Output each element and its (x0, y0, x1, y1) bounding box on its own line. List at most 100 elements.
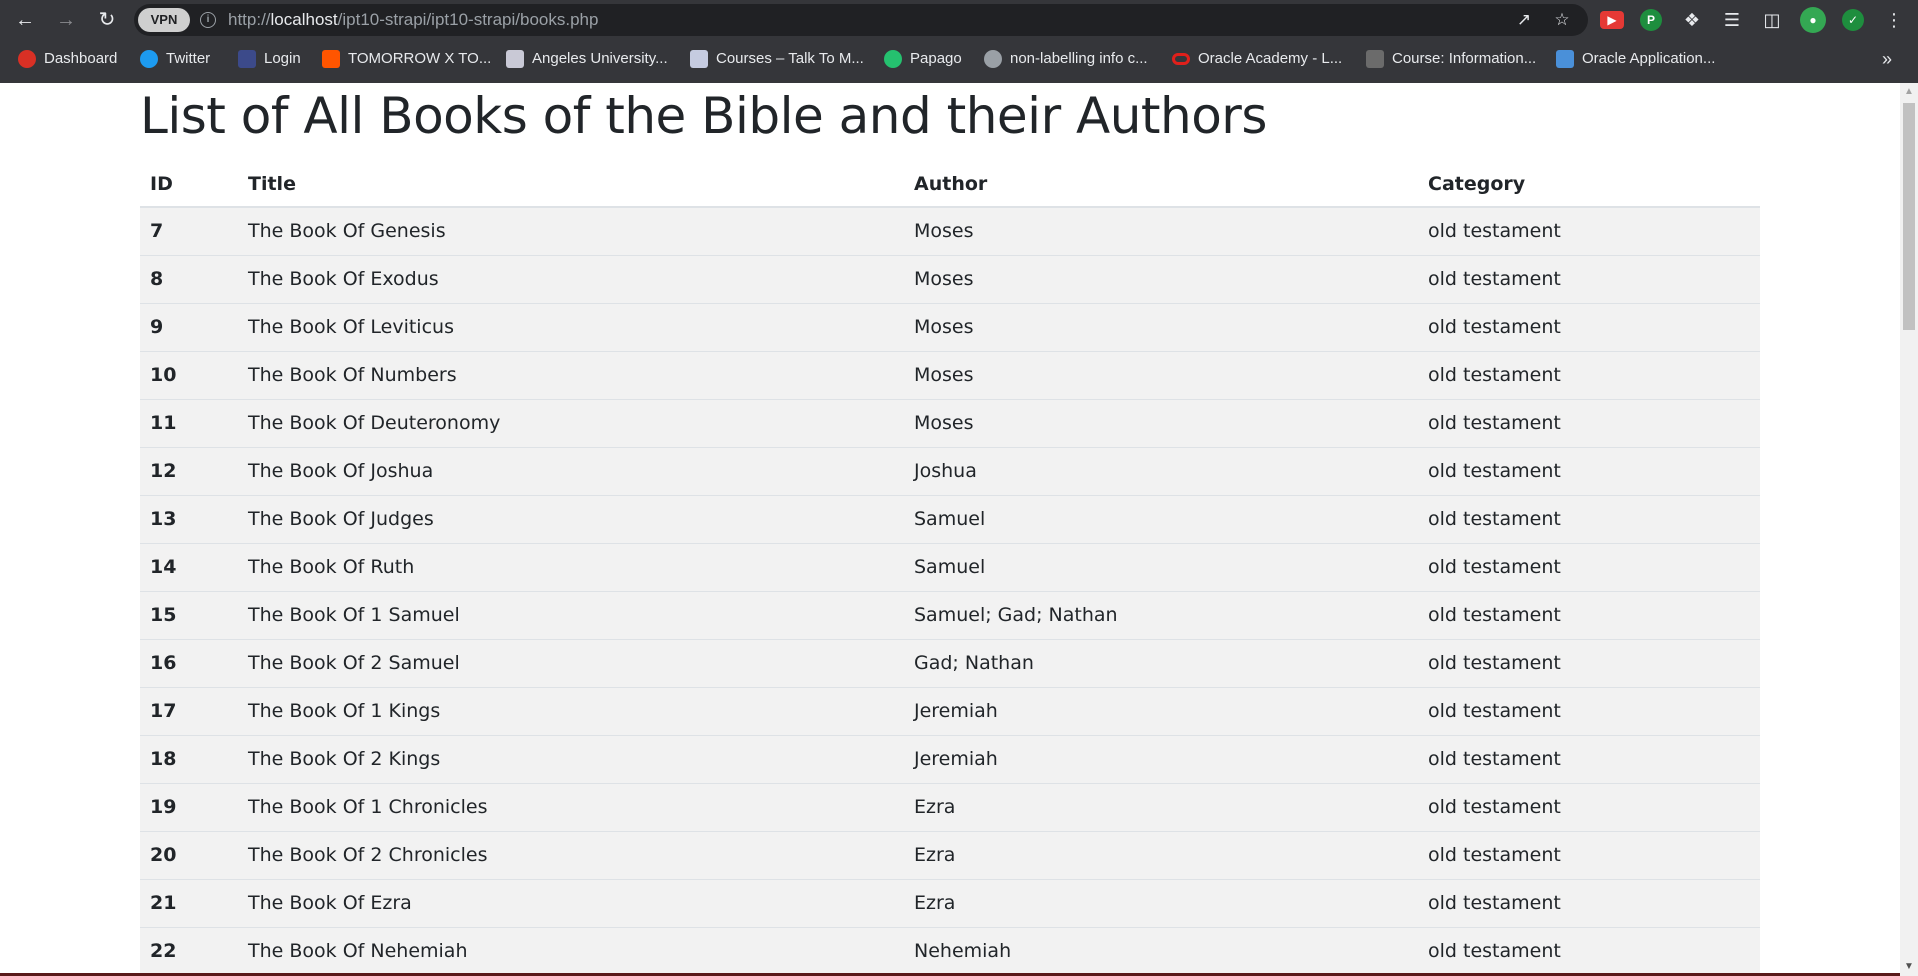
table-row: 10 The Book Of Numbers Moses old testament (140, 350, 1760, 399)
table-row: 19 The Book Of 1 Chronicles Ezra old testam… (140, 782, 1760, 831)
cell-id: 11 (140, 398, 238, 447)
cell-author: Moses (904, 206, 1418, 255)
url-text[interactable]: http://localhost/ipt10-strapi/ipt10-stra… (228, 4, 598, 36)
table-row: 17 The Book Of 1 Kings Jeremiah old testame… (140, 686, 1760, 735)
oracle-app-icon (1556, 50, 1574, 68)
bookmark-label: Papago (910, 50, 962, 67)
column-header-category: Category (1418, 162, 1760, 208)
screencast-extension-icon[interactable]: ▶ (1600, 11, 1624, 29)
extensions-puzzle-icon[interactable]: ❖ (1680, 8, 1704, 32)
cell-author: Moses (904, 302, 1418, 351)
cell-id: 8 (140, 254, 238, 303)
page-title: List of All Books of the Bible and their… (140, 87, 1267, 145)
bookmark-oracle-application[interactable]: Oracle Application... (1556, 44, 1715, 74)
cell-author: Moses (904, 254, 1418, 303)
share-icon[interactable]: ↗ (1514, 10, 1534, 30)
bookmark-oracle-academy[interactable]: Oracle Academy - L... (1172, 44, 1342, 74)
globe-icon (984, 50, 1002, 68)
cell-category: old testament (1418, 542, 1760, 591)
cell-id: 16 (140, 638, 238, 687)
twitter-icon (140, 50, 158, 68)
vpn-badge[interactable]: VPN (138, 8, 190, 32)
cell-category: old testament (1418, 446, 1760, 495)
books-table: ID Title Author Category 7 The Book Of Ge… (140, 162, 1760, 975)
bookmark-label: Oracle Academy - L... (1198, 50, 1343, 67)
browser-chrome: ← → ↻ VPN i http://localhost/ipt10-strap… (0, 0, 1918, 83)
bookmark-courses[interactable]: Courses – Talk To M... (690, 44, 864, 74)
table-row: 21 The Book Of Ezra Ezra old testament (140, 878, 1760, 927)
cisco-icon (1366, 50, 1384, 68)
bookmark-label: Oracle Application... (1582, 50, 1716, 67)
bookmark-angeles-university[interactable]: Angeles University... (506, 44, 668, 74)
forward-arrow-icon[interactable]: → (53, 7, 79, 33)
bookmarks-bar: Dashboard Twitter Login TOMORROW X TO...… (0, 44, 1918, 74)
cell-category: old testament (1418, 206, 1760, 255)
table-row: 13 The Book Of Judges Samuel old testament (140, 494, 1760, 543)
url-path: /ipt10-strapi/ipt10-strapi/books.php (337, 10, 599, 29)
table-row: 14 The Book Of Ruth Samuel old testament (140, 542, 1760, 591)
cell-author: Samuel (904, 542, 1418, 591)
table-row: 7 The Book Of Genesis Moses old testament (140, 206, 1760, 255)
cell-category: old testament (1418, 350, 1760, 399)
bookmark-label: Dashboard (44, 50, 118, 67)
more-bookmarks-chevron-icon[interactable]: » (1882, 44, 1892, 74)
bookmark-label: Login (264, 50, 301, 67)
check-shield-icon[interactable]: ✓ (1842, 9, 1864, 31)
bookmark-label: TOMORROW X TO... (348, 50, 492, 67)
bookmark-course-information[interactable]: Course: Information... (1366, 44, 1536, 74)
scrollbar-thumb[interactable] (1903, 103, 1915, 330)
back-arrow-icon[interactable]: ← (12, 7, 38, 33)
bookmark-tomorrow[interactable]: TOMORROW X TO... (322, 44, 491, 74)
browser-toolbar: ← → ↻ VPN i http://localhost/ipt10-strap… (0, 0, 1918, 40)
bookmark-non-labelling[interactable]: non-labelling info c... (984, 44, 1148, 74)
bookmark-label: Course: Information... (1392, 50, 1537, 67)
bookmark-dashboard[interactable]: Dashboard (18, 44, 117, 74)
cell-category: old testament (1418, 878, 1760, 927)
cell-id: 14 (140, 542, 238, 591)
url-prefix: http:// (228, 10, 271, 29)
vertical-scrollbar[interactable]: ▲ ▼ (1900, 83, 1918, 976)
media-queue-icon[interactable]: ☰ (1720, 8, 1744, 32)
kebab-menu-icon[interactable]: ⋮ (1882, 8, 1906, 32)
site-info-icon[interactable]: i (200, 12, 216, 28)
cell-id: 12 (140, 446, 238, 495)
bookmark-label: Courses – Talk To M... (716, 50, 864, 67)
cell-title: The Book Of Leviticus (238, 302, 904, 351)
cell-category: old testament (1418, 926, 1760, 975)
cell-title: The Book Of 2 Chronicles (238, 830, 904, 879)
table-body: 7 The Book Of Genesis Moses old testament 8 T… (140, 206, 1760, 975)
cell-title: The Book Of 1 Samuel (238, 590, 904, 639)
scroll-down-arrow-icon[interactable]: ▼ (1900, 958, 1918, 976)
cell-category: old testament (1418, 494, 1760, 543)
page-viewport: List of All Books of the Bible and their… (0, 83, 1900, 976)
bookmark-twitter[interactable]: Twitter (140, 44, 210, 74)
cell-category: old testament (1418, 782, 1760, 831)
reload-icon[interactable]: ↻ (94, 7, 120, 33)
table-row: 8 The Book Of Exodus Moses old testament (140, 254, 1760, 303)
oracle-icon (1172, 53, 1190, 65)
cell-author: Samuel; Gad; Nathan (904, 590, 1418, 639)
bookmark-star-icon[interactable]: ☆ (1552, 10, 1572, 30)
bookmark-label: Twitter (166, 50, 211, 67)
cell-id: 21 (140, 878, 238, 927)
table-row: 22 The Book Of Nehemiah Nehemiah old testam… (140, 926, 1760, 975)
bookmark-login[interactable]: Login (238, 44, 301, 74)
side-panel-icon[interactable]: ◫ (1760, 8, 1784, 32)
cell-title: The Book Of 2 Kings (238, 734, 904, 783)
cell-title: The Book Of Genesis (238, 206, 904, 255)
university-icon (506, 50, 524, 68)
cell-category: old testament (1418, 686, 1760, 735)
address-bar[interactable]: VPN i http://localhost/ipt10-strapi/ipt1… (134, 4, 1588, 36)
cell-id: 15 (140, 590, 238, 639)
bookmark-label: non-labelling info c... (1010, 50, 1148, 67)
p-extension-icon[interactable]: P (1640, 9, 1662, 31)
soundcloud-icon (322, 50, 340, 68)
bookmark-papago[interactable]: Papago (884, 44, 962, 74)
cell-title: The Book Of Nehemiah (238, 926, 904, 975)
cell-id: 20 (140, 830, 238, 879)
profile-avatar-icon[interactable]: ● (1800, 7, 1826, 33)
scroll-up-arrow-icon[interactable]: ▲ (1900, 83, 1918, 101)
cell-author: Nehemiah (904, 926, 1418, 975)
cell-id: 22 (140, 926, 238, 975)
cell-id: 10 (140, 350, 238, 399)
